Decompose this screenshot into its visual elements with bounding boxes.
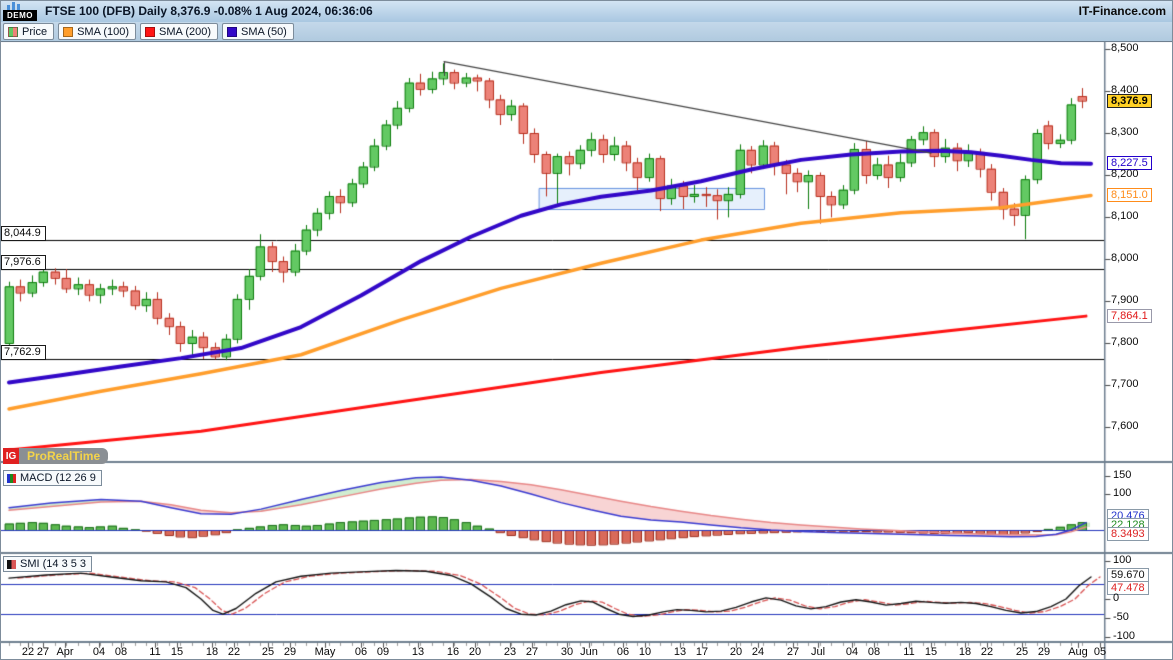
- price-axis-tick: 7,900: [1111, 294, 1139, 306]
- macd-label-text: MACD (12 26 9: [20, 472, 96, 484]
- smi-axis-tick: -50: [1113, 611, 1129, 623]
- time-axis-tick: 06: [355, 646, 367, 658]
- time-axis-tick: 08: [115, 646, 127, 658]
- time-axis-tick: 11: [149, 646, 160, 658]
- time-axis-tick: 27: [37, 646, 49, 658]
- title-bar: DEMO FTSE 100 (DFB) Daily 8,376.9 -0.08%…: [1, 1, 1172, 23]
- time-axis-tick: 10: [639, 646, 651, 658]
- level-label-8044: 8,044.9: [1, 226, 46, 241]
- time-axis-tick: 25: [1016, 646, 1028, 658]
- time-axis-tick: 22: [981, 646, 993, 658]
- time-axis-tick: Aug: [1068, 646, 1088, 658]
- legend-sma50[interactable]: SMA (50): [222, 23, 294, 40]
- legend-sma50-label: SMA (50): [241, 26, 287, 38]
- price-axis-tick: 8,500: [1111, 42, 1139, 54]
- price-axis-tick: 8,100: [1111, 210, 1139, 222]
- time-axis-tick: 29: [284, 646, 296, 658]
- time-axis-tick: Jun: [580, 646, 598, 658]
- time-axis-tick: 20: [469, 646, 481, 658]
- price-icon: [8, 27, 18, 37]
- legend-sma200-label: SMA (200): [159, 26, 211, 38]
- level-label-7976: 7,976.6: [1, 255, 46, 270]
- price-axis-tick: 7,600: [1111, 420, 1139, 432]
- time-axis-tick: 17: [696, 646, 708, 658]
- macd-icon: [7, 474, 16, 483]
- time-axis-tick: 27: [787, 646, 799, 658]
- mini-candles-icon: [7, 2, 37, 10]
- chart-window: DEMO FTSE 100 (DFB) Daily 8,376.9 -0.08%…: [0, 0, 1173, 660]
- ig-logo: IG: [3, 448, 19, 464]
- smi-label-text: SMI (14 3 5 3: [20, 558, 86, 570]
- sma100-icon: [63, 27, 73, 37]
- macd-label[interactable]: MACD (12 26 9: [3, 470, 102, 486]
- macd-axis-tick: 100: [1113, 487, 1131, 499]
- prorealtime-logo[interactable]: IG ProRealTime: [3, 448, 108, 464]
- time-axis-tick: 06: [617, 646, 629, 658]
- time-axis-tick: 25: [262, 646, 274, 658]
- legend-sma100[interactable]: SMA (100): [58, 23, 136, 40]
- time-axis-tick: 18: [206, 646, 218, 658]
- time-axis-tick: 29: [1038, 646, 1050, 658]
- sma50-icon: [227, 27, 237, 37]
- time-axis-tick: 27: [526, 646, 538, 658]
- price-axis-tick: 7,800: [1111, 336, 1139, 348]
- smi-value-box: 59.670: [1107, 568, 1149, 582]
- time-axis-tick: 13: [674, 646, 686, 658]
- macd-axis-tick: 150: [1113, 469, 1131, 481]
- legend-price[interactable]: Price: [3, 23, 54, 40]
- time-axis-tick: 08: [868, 646, 880, 658]
- time-axis-tick: 22: [228, 646, 240, 658]
- level-label-7762: 7,762.9: [1, 345, 46, 360]
- time-axis-tick: 16: [447, 646, 459, 658]
- smi-label[interactable]: SMI (14 3 5 3: [3, 556, 92, 572]
- price-axis-tick: 8,300: [1111, 126, 1139, 138]
- time-axis-tick: 09: [377, 646, 389, 658]
- demo-badge-wrap: DEMO: [3, 2, 37, 21]
- chart-canvas[interactable]: [1, 1, 1173, 660]
- demo-badge: DEMO: [3, 10, 37, 21]
- smi-icon: [7, 560, 16, 569]
- time-axis-tick: 05: [1094, 646, 1106, 658]
- time-axis-tick: 04: [846, 646, 858, 658]
- time-axis-tick: 04: [93, 646, 105, 658]
- time-axis-tick: Jul: [811, 646, 825, 658]
- time-axis-tick: Apr: [56, 646, 73, 658]
- smi-axis-tick: -100: [1113, 630, 1135, 642]
- time-axis-tick: May: [315, 646, 336, 658]
- prorealtime-name: ProRealTime: [19, 448, 108, 464]
- legend-sma100-label: SMA (100): [77, 26, 129, 38]
- time-axis-tick: 23: [504, 646, 516, 658]
- price-axis-tick: 8,400: [1111, 84, 1139, 96]
- sma100-value-box: 8,151.0: [1107, 188, 1152, 202]
- time-axis-tick: 30: [561, 646, 573, 658]
- brand-link[interactable]: IT-Finance.com: [1079, 4, 1166, 18]
- time-axis-tick: 13: [412, 646, 424, 658]
- time-axis-tick: 15: [925, 646, 937, 658]
- legend-sma200[interactable]: SMA (200): [140, 23, 218, 40]
- time-axis-tick: 11: [903, 646, 914, 658]
- price-axis-tick: 8,200: [1111, 168, 1139, 180]
- last-price-box: 8,376.9: [1107, 94, 1152, 108]
- smi-axis-tick: 0: [1113, 592, 1119, 604]
- price-axis-tick: 8,000: [1111, 252, 1139, 264]
- time-axis-tick: 24: [752, 646, 764, 658]
- instrument-title: FTSE 100 (DFB) Daily 8,376.9 -0.08% 1 Au…: [45, 4, 373, 18]
- smi-axis-tick: 100: [1113, 554, 1131, 566]
- time-axis-tick: 18: [959, 646, 971, 658]
- legend-price-label: Price: [22, 26, 47, 38]
- legend-bar: Price SMA (100) SMA (200) SMA (50): [1, 22, 1172, 42]
- sma200-icon: [145, 27, 155, 37]
- time-axis-tick: 15: [171, 646, 183, 658]
- time-axis-tick: 20: [730, 646, 742, 658]
- price-axis-tick: 7,700: [1111, 378, 1139, 390]
- macd-signal-value-box: 8.3493: [1107, 527, 1149, 541]
- sma200-value-box: 7,864.1: [1107, 309, 1152, 323]
- time-axis-tick: 22: [22, 646, 34, 658]
